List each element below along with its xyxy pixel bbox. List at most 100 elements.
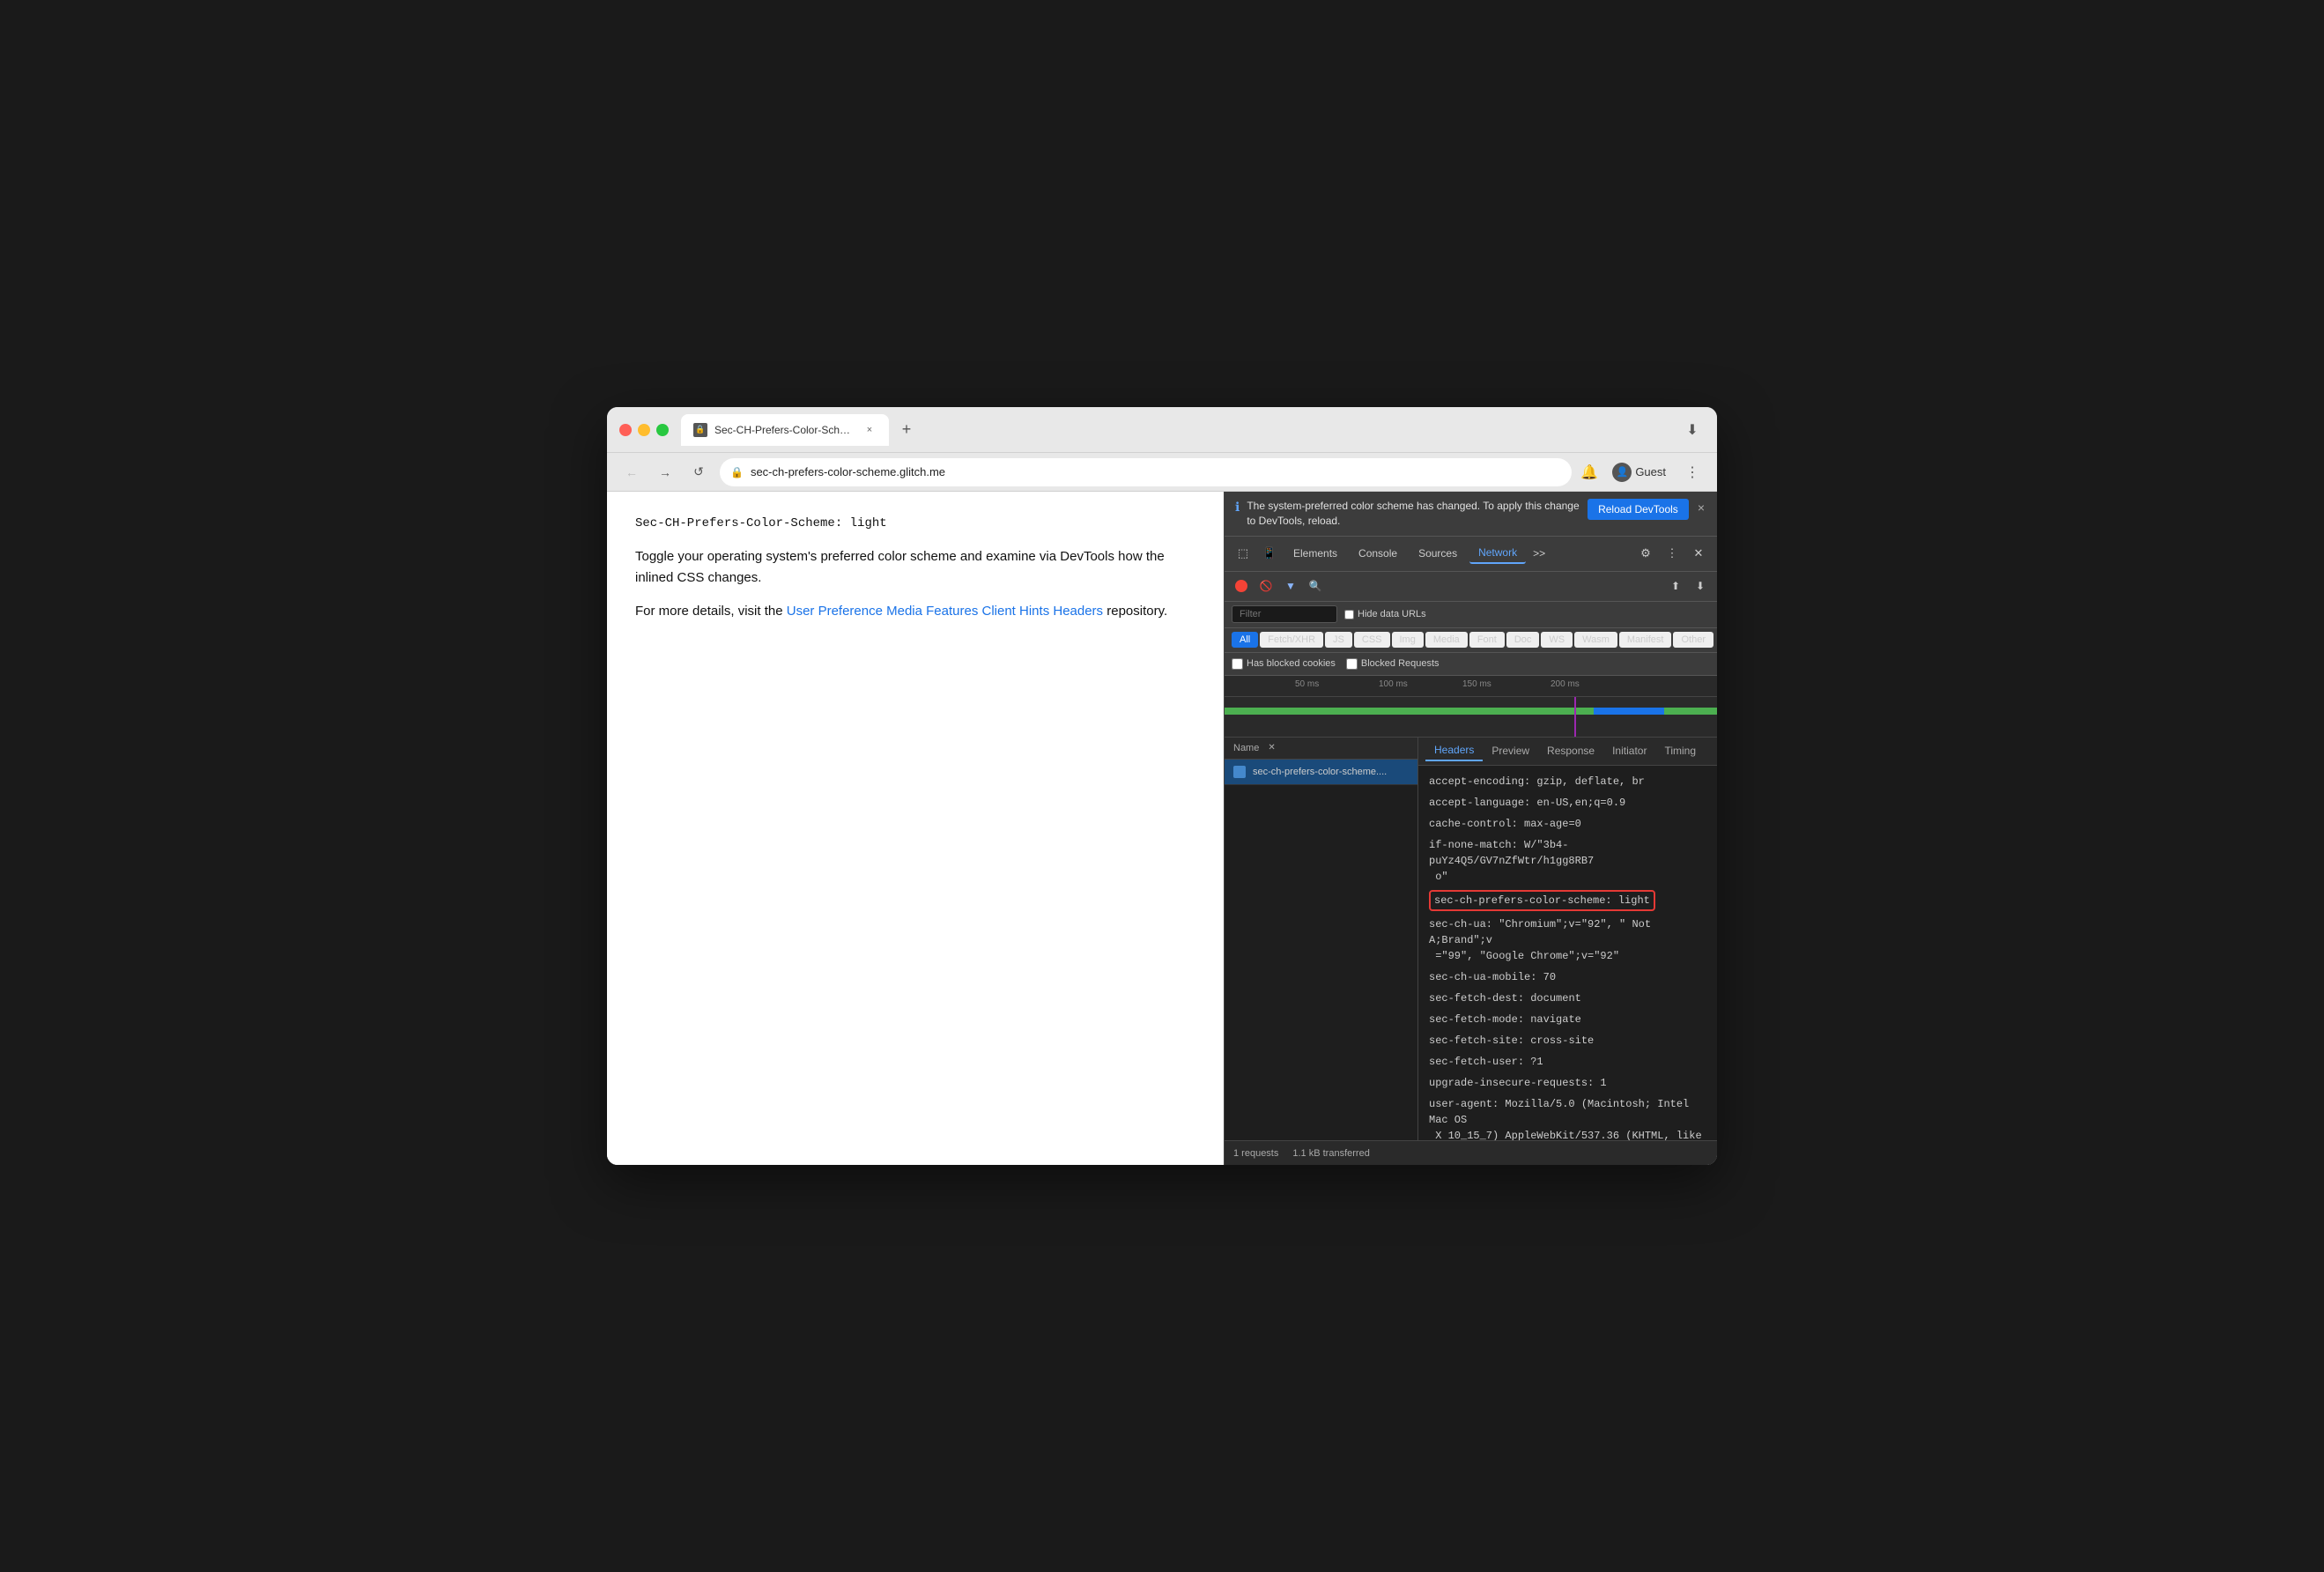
devtools-panel: ℹ The system-preferred color scheme has … <box>1224 492 1717 1165</box>
type-btn-manifest[interactable]: Manifest <box>1619 632 1672 648</box>
close-traffic-light[interactable] <box>619 424 632 436</box>
request-list-header: Name ✕ <box>1225 738 1417 760</box>
info-icon: ℹ <box>1235 500 1240 515</box>
title-bar: 🔒 Sec-CH-Prefers-Color-Schem... × + ⬇ <box>607 407 1717 453</box>
record-icon <box>1235 580 1247 592</box>
tab-network[interactable]: Network <box>1469 543 1526 564</box>
devtools-cursor-icon[interactable]: ⬚ <box>1232 542 1255 565</box>
tab-favicon: 🔒 <box>693 423 707 437</box>
devtools-footer: 1 requests 1.1 kB transferred <box>1225 1140 1717 1165</box>
address-bar: ← → ↺ 🔒 sec-ch-prefers-color-scheme.glit… <box>607 453 1717 492</box>
header-row: sec-fetch-site: cross-site <box>1418 1030 1717 1051</box>
more-options-icon[interactable]: ⋮ <box>1661 542 1684 565</box>
header-row: sec-ch-ua: "Chromium";v="92", " Not A;Br… <box>1418 914 1717 967</box>
filter-input[interactable] <box>1232 605 1337 623</box>
download-icon[interactable]: ⬇ <box>1680 418 1705 442</box>
tab-console[interactable]: Console <box>1350 544 1406 563</box>
maximize-traffic-light[interactable] <box>656 424 669 436</box>
clear-network-button[interactable]: 🚫 <box>1256 576 1276 596</box>
header-row: sec-fetch-mode: navigate <box>1418 1009 1717 1030</box>
bell-icon: 🔔 <box>1580 463 1598 481</box>
headers-tab-headers[interactable]: Headers <box>1425 740 1483 761</box>
type-btn-doc[interactable]: Doc <box>1506 632 1540 648</box>
request-list-header-name: Name <box>1233 743 1259 753</box>
filter-bar: Hide data URLs <box>1225 602 1717 628</box>
type-btn-other[interactable]: Other <box>1673 632 1713 648</box>
timeline-area: 50 ms 100 ms 150 ms 200 ms <box>1225 676 1717 738</box>
hide-data-urls-checkbox[interactable]: Hide data URLs <box>1344 609 1426 619</box>
tab-elements[interactable]: Elements <box>1284 544 1346 563</box>
type-btn-all[interactable]: All <box>1232 632 1258 648</box>
type-btn-css[interactable]: CSS <box>1354 632 1390 648</box>
header-row: sec-fetch-dest: document <box>1418 988 1717 1009</box>
transferred-size: 1.1 kB transferred <box>1292 1148 1369 1159</box>
type-btn-font[interactable]: Font <box>1469 632 1505 648</box>
has-blocked-cookies-check[interactable] <box>1232 658 1243 670</box>
timeline-purple-line <box>1574 697 1576 738</box>
timeline-blue-bar <box>1594 708 1664 715</box>
title-bar-right: ⬇ <box>1680 418 1705 442</box>
profile-button[interactable]: 👤 Guest <box>1605 459 1673 486</box>
headers-tabs: Headers Preview Response Initiator Timin… <box>1418 738 1717 766</box>
forward-button[interactable]: → <box>653 460 677 485</box>
type-btn-img[interactable]: Img <box>1392 632 1424 648</box>
settings-icon[interactable]: ⚙ <box>1634 542 1657 565</box>
notification-text: The system-preferred color scheme has ch… <box>1247 499 1580 529</box>
more-tabs-button[interactable]: >> <box>1529 544 1549 563</box>
blocked-requests-check[interactable] <box>1346 658 1358 670</box>
type-btn-wasm[interactable]: Wasm <box>1574 632 1617 648</box>
type-btn-fetch-xhr[interactable]: Fetch/XHR <box>1260 632 1323 648</box>
close-devtools-button[interactable]: ✕ <box>1687 542 1710 565</box>
client-hints-link[interactable]: User Preference Media Features Client Hi… <box>787 604 1103 619</box>
has-blocked-cookies-checkbox[interactable]: Has blocked cookies <box>1232 658 1336 670</box>
minimize-traffic-light[interactable] <box>638 424 650 436</box>
requests-panel: Name ✕ sec-ch-prefers-color-scheme.... H… <box>1225 738 1717 1140</box>
url-text: sec-ch-prefers-color-scheme.glitch.me <box>751 465 945 478</box>
browser-tab[interactable]: 🔒 Sec-CH-Prefers-Color-Schem... × <box>681 414 889 446</box>
timeline-bar-area <box>1225 697 1717 738</box>
timeline-marker-150ms: 150 ms <box>1462 679 1491 689</box>
blocked-requests-checkbox[interactable]: Blocked Requests <box>1346 658 1440 670</box>
reload-devtools-button[interactable]: Reload DevTools <box>1588 499 1689 520</box>
request-item[interactable]: sec-ch-prefers-color-scheme.... <box>1225 760 1417 785</box>
browser-window: 🔒 Sec-CH-Prefers-Color-Schem... × + ⬇ ← … <box>607 407 1717 1165</box>
hide-data-urls-label: Hide data URLs <box>1358 609 1426 619</box>
header-row: user-agent: Mozilla/5.0 (Macintosh; Inte… <box>1418 1094 1717 1140</box>
hide-data-urls-check[interactable] <box>1344 610 1354 619</box>
webpage: Sec-CH-Prefers-Color-Scheme: light Toggl… <box>607 492 1224 1165</box>
address-bar-right: 🔔 👤 Guest ⋮ <box>1580 459 1705 486</box>
new-tab-button[interactable]: + <box>894 418 919 442</box>
tab-bar: 🔒 Sec-CH-Prefers-Color-Schem... × + <box>681 414 1671 446</box>
tab-sources[interactable]: Sources <box>1410 544 1466 563</box>
requests-count: 1 requests <box>1233 1148 1278 1159</box>
request-list: Name ✕ sec-ch-prefers-color-scheme.... <box>1225 738 1418 1140</box>
devtools-device-icon[interactable]: 📱 <box>1258 542 1281 565</box>
highlighted-header-row: sec-ch-prefers-color-scheme: light <box>1418 887 1717 914</box>
reload-button[interactable]: ↺ <box>686 460 711 485</box>
lock-icon: 🔒 <box>730 466 744 478</box>
upload-icon[interactable]: ⬆ <box>1666 576 1685 596</box>
timeline-marker-50ms: 50 ms <box>1295 679 1319 689</box>
record-network-button[interactable] <box>1232 576 1251 596</box>
headers-content: accept-encoding: gzip, deflate, br accep… <box>1418 766 1717 1140</box>
timeline-ruler: 50 ms 100 ms 150 ms 200 ms <box>1225 676 1717 697</box>
headers-tab-preview[interactable]: Preview <box>1483 741 1538 760</box>
request-list-close-icon: ✕ <box>1268 743 1275 753</box>
headers-tab-initiator[interactable]: Initiator <box>1603 741 1655 760</box>
url-bar[interactable]: 🔒 sec-ch-prefers-color-scheme.glitch.me <box>720 458 1572 486</box>
profile-avatar: 👤 <box>1612 463 1632 482</box>
browser-menu-button[interactable]: ⋮ <box>1680 460 1705 485</box>
headers-tab-response[interactable]: Response <box>1538 741 1603 760</box>
header-row: sec-ch-ua-mobile: 70 <box>1418 967 1717 988</box>
back-button[interactable]: ← <box>619 460 644 485</box>
download-icon2[interactable]: ⬇ <box>1691 576 1710 596</box>
timeline-marker-200ms: 200 ms <box>1551 679 1580 689</box>
tab-close-button[interactable]: × <box>862 423 877 437</box>
type-btn-js[interactable]: JS <box>1325 632 1352 648</box>
type-btn-media[interactable]: Media <box>1425 632 1468 648</box>
filter-icon[interactable]: ▼ <box>1281 576 1300 596</box>
type-btn-ws[interactable]: WS <box>1541 632 1573 648</box>
notification-close-button[interactable]: × <box>1696 499 1706 516</box>
headers-tab-timing[interactable]: Timing <box>1655 741 1705 760</box>
search-network-icon[interactable]: 🔍 <box>1306 576 1325 596</box>
